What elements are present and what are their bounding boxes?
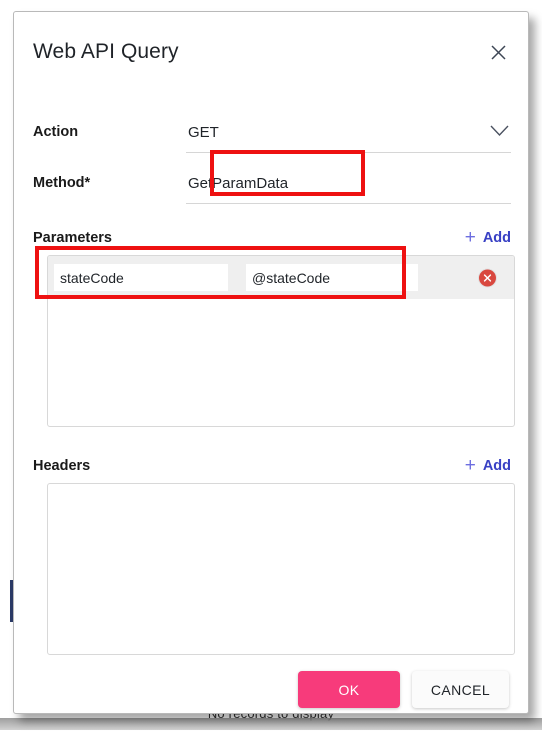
- add-header-button[interactable]: + Add: [464, 454, 511, 476]
- field-row-action: Action GET: [33, 113, 511, 157]
- action-dropdown[interactable]: GET: [186, 113, 511, 153]
- headers-title: Headers: [33, 458, 91, 474]
- add-parameter-label: Add: [482, 230, 511, 246]
- background-gray-band: [0, 718, 542, 730]
- delete-circle-icon: [483, 273, 492, 282]
- close-icon: [490, 44, 507, 61]
- field-row-method: Method* GetParamData: [33, 164, 511, 208]
- parameter-name-input[interactable]: [54, 264, 228, 291]
- method-input-wrapper[interactable]: GetParamData: [186, 164, 511, 204]
- parameters-section-header: Parameters + Add: [33, 227, 511, 249]
- plus-icon: +: [464, 226, 476, 248]
- plus-icon: +: [464, 454, 476, 476]
- web-api-query-dialog: Web API Query Action GET Method* GetPara…: [13, 11, 529, 714]
- headers-list: [47, 483, 515, 655]
- method-input-value: GetParamData: [188, 175, 289, 192]
- parameter-value-input[interactable]: [246, 264, 418, 291]
- chevron-down-icon: [490, 125, 509, 137]
- add-header-label: Add: [482, 458, 511, 474]
- parameters-title: Parameters: [33, 230, 112, 246]
- close-button[interactable]: [480, 34, 516, 70]
- parameter-row[interactable]: [48, 256, 514, 299]
- delete-parameter-button[interactable]: [479, 269, 496, 286]
- headers-section-header: Headers + Add: [33, 455, 511, 477]
- action-label: Action: [33, 124, 79, 140]
- method-label: Method*: [33, 175, 91, 191]
- parameters-list: [47, 255, 515, 427]
- cancel-button[interactable]: CANCEL: [412, 671, 509, 708]
- dialog-footer: OK CANCEL: [298, 671, 509, 708]
- add-parameter-button[interactable]: + Add: [464, 226, 511, 248]
- action-selected-value: GET: [188, 124, 219, 141]
- ok-button[interactable]: OK: [298, 671, 400, 708]
- dialog-title: Web API Query: [33, 40, 179, 63]
